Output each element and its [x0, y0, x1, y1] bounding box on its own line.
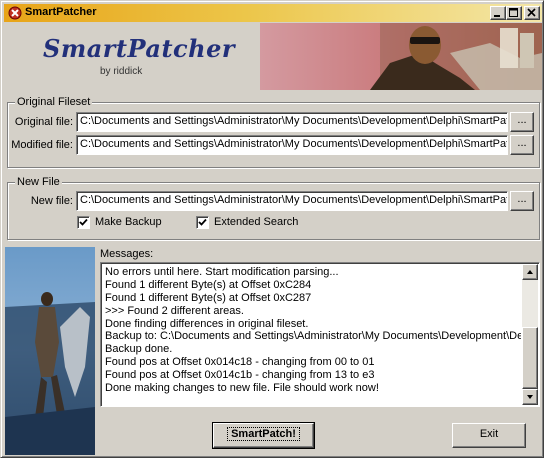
messages-log[interactable]: No errors until here. Start modification…	[100, 262, 540, 407]
arrow-up-icon	[527, 270, 533, 274]
browse-new-button[interactable]: ...	[510, 191, 534, 211]
original-fileset-legend: Original Fileset	[15, 96, 93, 108]
window-title: SmartPatcher	[25, 6, 97, 18]
banner-subtitle: by riddick	[100, 66, 143, 77]
original-file-label: Original file:	[14, 116, 73, 128]
smartpatch-label: SmartPatch!	[227, 427, 300, 441]
scroll-up-button[interactable]	[522, 264, 538, 280]
modified-file-field[interactable]: C:\Documents and Settings\Administrator\…	[76, 135, 508, 155]
original-file-field[interactable]: C:\Documents and Settings\Administrator\…	[76, 112, 508, 132]
close-button[interactable]	[524, 6, 540, 20]
browse-original-button[interactable]: ...	[510, 112, 534, 132]
messages-label: Messages:	[100, 248, 154, 260]
title-bar[interactable]: SmartPatcher	[4, 4, 542, 22]
message-line: Done making changes to new file. File sh…	[105, 382, 379, 395]
checkmark-icon	[79, 218, 88, 226]
banner-image	[260, 23, 542, 90]
message-line: Found 1 different Byte(s) at Offset 0xC2…	[105, 291, 312, 304]
message-line: Backup done.	[105, 343, 173, 356]
close-icon	[527, 8, 536, 17]
message-line: Found pos at Offset 0x014c18 - changing …	[105, 356, 375, 369]
smartpatch-button[interactable]: SmartPatch!	[212, 422, 315, 449]
extended-search-checkbox[interactable]	[196, 216, 209, 229]
extended-search-label[interactable]: Extended Search	[214, 216, 298, 228]
banner-title: SmartPatcher	[43, 34, 236, 63]
message-line: >>> Found 2 different areas.	[105, 304, 244, 317]
minimize-icon	[494, 15, 500, 17]
messages-scrollbar[interactable]	[522, 264, 538, 405]
main-window: SmartPatcher SmartPatcher by riddick Ori…	[0, 0, 544, 458]
message-line: Found pos at Offset 0x014c1b - changing …	[105, 369, 375, 382]
exit-button[interactable]: Exit	[452, 423, 526, 448]
side-image	[5, 247, 95, 455]
minimize-button[interactable]	[490, 6, 506, 20]
new-file-field[interactable]: C:\Documents and Settings\Administrator\…	[76, 191, 508, 211]
message-line: Backup to: C:\Documents and Settings\Adm…	[105, 330, 521, 343]
scroll-thumb[interactable]	[522, 327, 538, 389]
scroll-down-button[interactable]	[522, 389, 538, 405]
maximize-icon	[509, 8, 518, 17]
message-line: No errors until here. Start modification…	[105, 266, 339, 278]
message-line: Done finding differences in original fil…	[105, 317, 309, 330]
new-file-label: New file:	[30, 195, 73, 207]
messages-lines: No errors until here. Start modification…	[105, 266, 521, 395]
checkmark-icon	[198, 218, 207, 226]
make-backup-checkbox[interactable]	[77, 216, 90, 229]
browse-modified-button[interactable]: ...	[510, 135, 534, 155]
app-icon	[8, 6, 22, 20]
make-backup-label[interactable]: Make Backup	[95, 216, 162, 228]
maximize-button[interactable]	[506, 6, 522, 20]
new-file-legend: New File	[15, 176, 62, 188]
modified-file-label: Modified file:	[11, 139, 73, 151]
arrow-down-icon	[527, 395, 533, 399]
message-line: Found 1 different Byte(s) at Offset 0xC2…	[105, 278, 312, 291]
